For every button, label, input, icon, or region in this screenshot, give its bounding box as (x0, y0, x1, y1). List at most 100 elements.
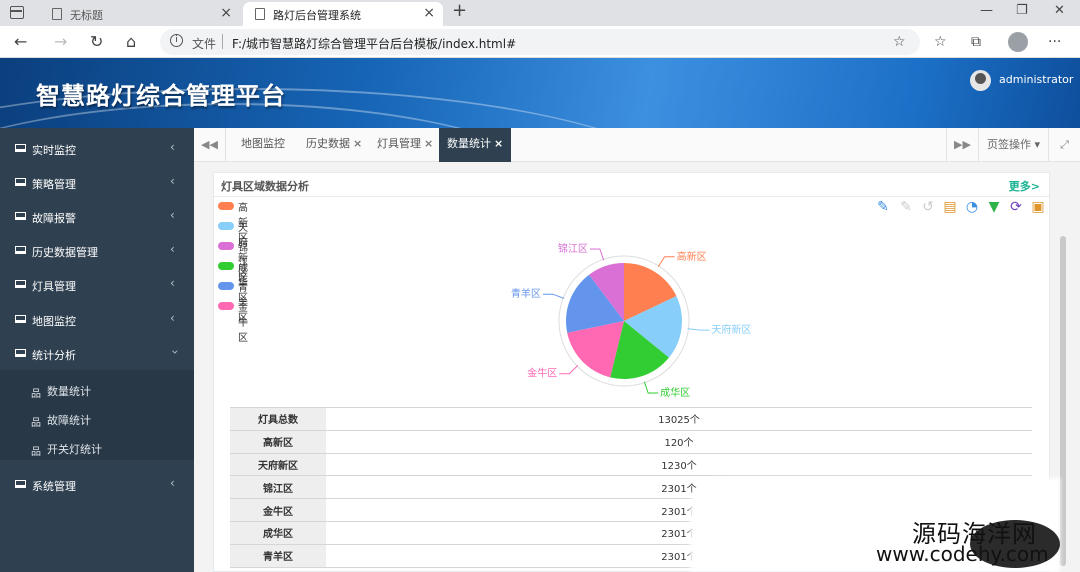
user-name[interactable]: administrator (999, 73, 1073, 86)
sidebar-item-strategy[interactable]: 策略管理 ‹ (0, 166, 194, 200)
tab-actions-icon[interactable] (10, 6, 24, 19)
row-label: 青羊区 (230, 544, 326, 568)
user-avatar[interactable] (970, 70, 991, 91)
chevron-left-icon: ‹ (170, 208, 175, 222)
sidebar-item-map[interactable]: 地图监控 ‹ (0, 303, 194, 337)
legend-swatch (218, 302, 234, 310)
collections-icon[interactable]: ⧉ (971, 34, 981, 50)
tabs-scroll-left-icon[interactable]: ◀◀ (194, 128, 226, 162)
table-row: 灯具总数 13025个 (230, 407, 1032, 431)
new-tab-icon[interactable]: + (452, 0, 467, 21)
close-tab-icon[interactable]: × (353, 137, 362, 150)
home-icon[interactable]: ⌂ (126, 32, 136, 51)
funnel-icon[interactable]: ▼ (986, 199, 1002, 215)
browser-tab-active[interactable]: 路灯后台管理系统 × (243, 2, 443, 26)
url-field[interactable]: i 文件 F:/城市智慧路灯综合管理平台后台模板/index.html# (160, 29, 920, 55)
save-image-icon[interactable]: ▣ (1030, 199, 1046, 215)
monitor-icon (15, 280, 26, 288)
restore-icon[interactable]: ⟳ (1008, 199, 1024, 215)
tab-label: 灯具管理 (377, 137, 421, 150)
panel-header: 灯具区域数据分析 更多> (214, 173, 1049, 197)
sidebar-item-history[interactable]: 历史数据管理 ‹ (0, 234, 194, 268)
sidebar-item-label: 地图监控 (32, 315, 76, 328)
more-menu-icon[interactable]: ··· (1048, 34, 1061, 50)
legend-swatch (218, 282, 234, 290)
chevron-left-icon: ‹ (170, 276, 175, 290)
reload-icon[interactable]: ↻ (90, 32, 103, 51)
row-label: 金牛区 (230, 498, 326, 522)
url-text[interactable]: F:/城市智慧路灯综合管理平台后台模板/index.html# (232, 35, 516, 52)
fullscreen-icon[interactable]: ⤢ (1048, 128, 1080, 162)
url-scheme-label: 文件 (192, 37, 217, 51)
favorite-add-icon[interactable]: ☆ (893, 34, 906, 50)
pie-toggle-icon[interactable]: ◔ (964, 199, 980, 215)
sidebar-item-label: 统计分析 (32, 349, 76, 362)
forward-icon[interactable]: → (54, 32, 67, 51)
favorites-icon[interactable]: ☆ (934, 34, 947, 50)
close-tab-icon[interactable]: × (494, 137, 503, 150)
chevron-left-icon: ‹ (170, 174, 175, 188)
close-tab-icon[interactable]: × (220, 5, 232, 21)
pie-label-line (542, 293, 565, 299)
minimize-icon[interactable]: — (980, 3, 993, 18)
sitemap-icon: 品 (31, 418, 41, 429)
tab-label: 数量统计 (447, 137, 491, 150)
sitemap-icon: 品 (31, 389, 41, 400)
profile-avatar[interactable] (1008, 32, 1028, 52)
browser-tab-untitled[interactable]: 无标题 × (40, 2, 240, 26)
page-icon (255, 8, 265, 20)
tab-map-monitor[interactable]: 地图监控 (241, 128, 285, 162)
pie-slice-label: 金牛区 (527, 367, 557, 380)
tab-operations-menu[interactable]: 页签操作 ▾ (978, 128, 1048, 162)
more-link[interactable]: 更多> (1009, 178, 1040, 194)
sidebar-item-system[interactable]: 系统管理 ‹ (0, 468, 194, 502)
row-label: 灯具总数 (230, 407, 326, 431)
sidebar-item-statistics[interactable]: 统计分析 ‹ (0, 337, 194, 371)
close-window-icon[interactable]: ✕ (1054, 3, 1065, 18)
tabs-scroll-right-icon[interactable]: ▶▶ (946, 128, 978, 162)
mark-pen-icon[interactable]: ✎ (875, 199, 891, 215)
scrollbar[interactable] (1060, 236, 1066, 566)
monitor-icon (15, 349, 26, 357)
submenu-item-switch[interactable]: 品 开关灯统计 (0, 434, 194, 463)
page-icon (52, 8, 62, 20)
pie-label-line (657, 256, 675, 268)
pie-slice-label: 成华区 (660, 386, 690, 399)
tab-lamps[interactable]: 灯具管理 × (377, 128, 433, 162)
sidebar-item-fault-alarm[interactable]: 故障报警 ‹ (0, 200, 194, 234)
sidebar-item-realtime-monitor[interactable]: 实时监控 ‹ (0, 132, 194, 166)
sidebar-item-label: 故障报警 (32, 212, 76, 225)
tab-count-statistics[interactable]: 数量统计 × (439, 128, 512, 162)
data-view-icon[interactable]: ▤ (942, 199, 958, 215)
table-row: 天府新区 1230个 (230, 453, 1032, 477)
row-value: 1230个 (326, 453, 1032, 477)
chevron-left-icon: ‹ (170, 140, 175, 154)
tab-history[interactable]: 历史数据 × (306, 128, 362, 162)
info-icon[interactable]: i (170, 34, 183, 47)
legend-swatch (218, 202, 234, 210)
pie-label-line (643, 381, 659, 394)
page-tab-bar: ◀◀ 地图监控 历史数据 × 灯具管理 × 数量统计 × ▶▶ 页签操作 ▾ ⤢ (194, 128, 1080, 162)
back-icon[interactable]: ← (14, 32, 27, 51)
pie-label-line (559, 365, 579, 375)
submenu-item-fault[interactable]: 品 故障统计 (0, 405, 194, 434)
clear-mark-icon[interactable]: ↺ (920, 199, 936, 215)
panel-title: 灯具区域数据分析 (221, 180, 309, 193)
submenu-item-label: 开关灯统计 (47, 443, 102, 456)
submenu-item-count[interactable]: 品 数量统计 (0, 376, 194, 405)
address-bar-row: ← → ↻ ⌂ i 文件 F:/城市智慧路灯综合管理平台后台模板/index.h… (0, 26, 1080, 58)
close-tab-icon[interactable]: × (423, 5, 435, 21)
monitor-icon (15, 178, 26, 186)
monitor-icon (15, 212, 26, 220)
sidebar-item-label: 实时监控 (32, 144, 76, 157)
close-tab-icon[interactable]: × (424, 137, 433, 150)
row-label: 锦江区 (230, 475, 326, 500)
restore-icon[interactable]: ❐ (1016, 3, 1028, 18)
app-header: 智慧路灯综合管理平台 administrator (0, 58, 1080, 128)
table-row: 高新区 120个 (230, 430, 1032, 454)
sidebar-item-lamps[interactable]: 灯具管理 ‹ (0, 268, 194, 302)
undo-mark-icon[interactable]: ✎ (898, 199, 914, 215)
pie-chart: 高新区天府新区成华区 金牛区 青羊区 锦江区 (511, 242, 752, 399)
sidebar: 实时监控 ‹ 策略管理 ‹ 故障报警 ‹ 历史数据管理 ‹ 灯具管理 ‹ 地图监… (0, 128, 194, 572)
row-value: 13025个 (326, 407, 1032, 431)
